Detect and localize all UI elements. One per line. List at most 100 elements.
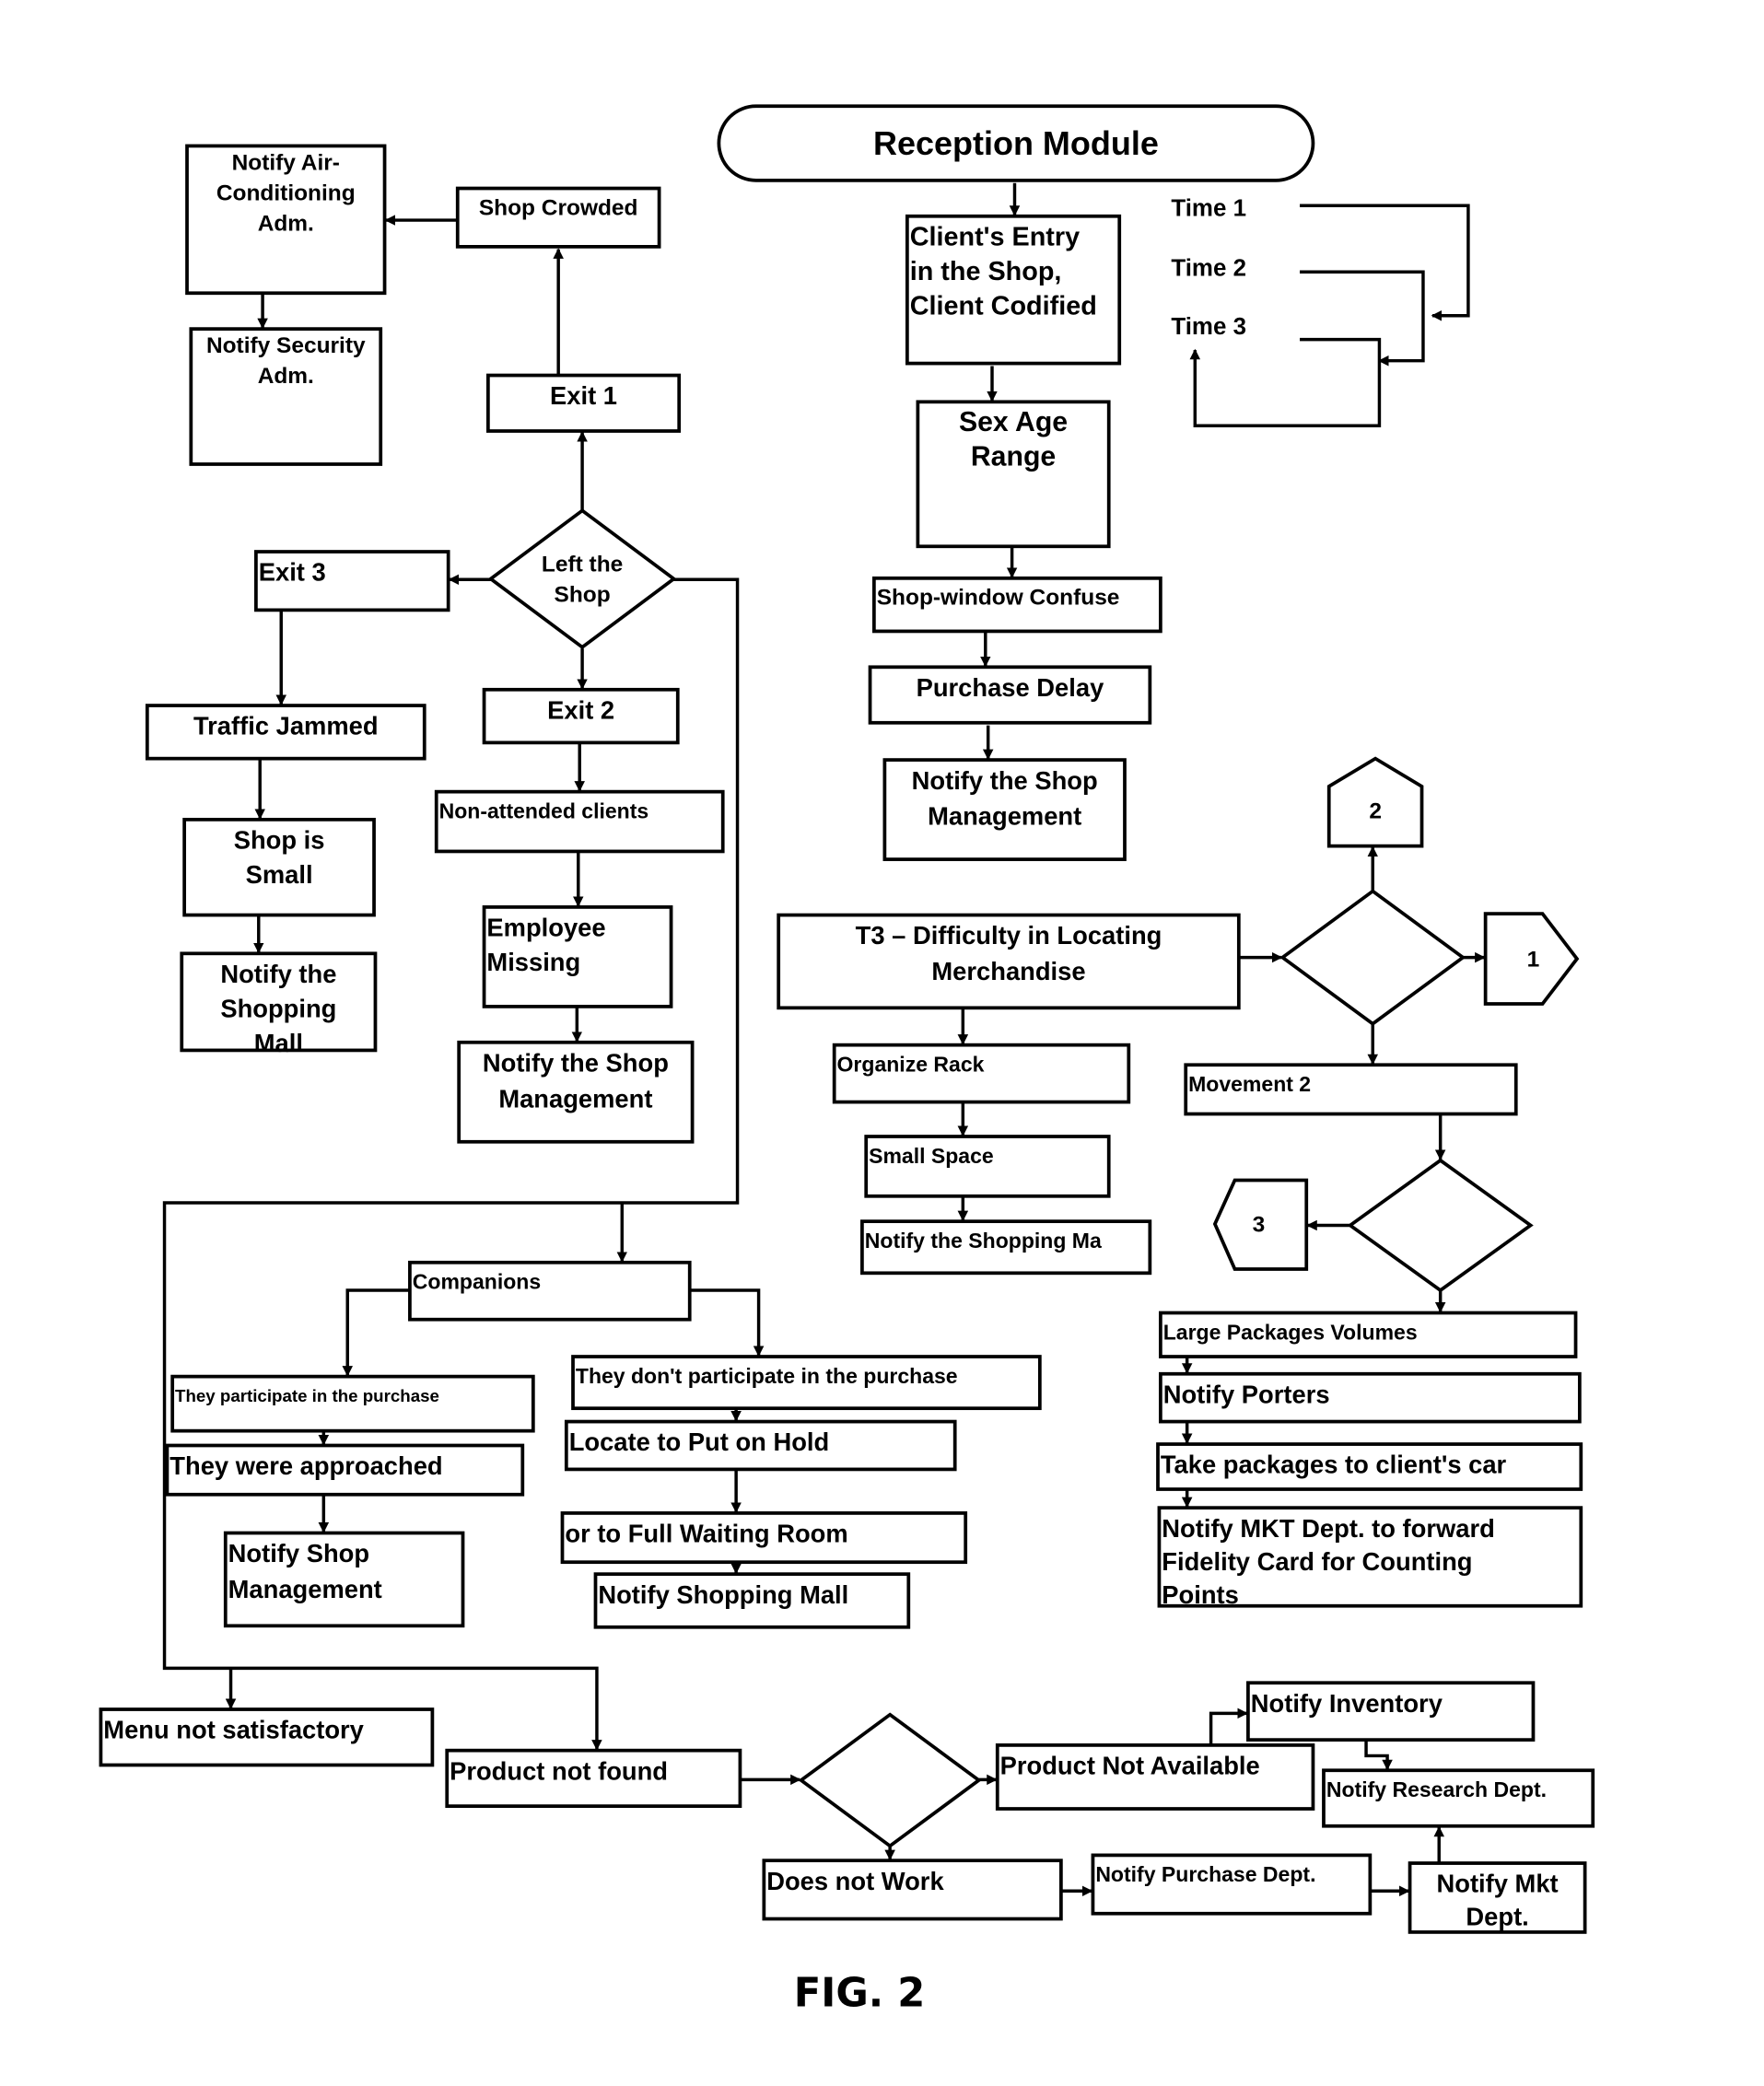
node-label: Movement 2 — [1188, 1072, 1311, 1096]
decision-movement — [1347, 1158, 1534, 1293]
label-time-3: Time 3 — [1171, 314, 1246, 340]
node-label: Non-attended clients — [439, 798, 649, 822]
decision-product — [798, 1712, 982, 1848]
flow-arrow — [689, 1288, 765, 1358]
node-label: They were approached — [169, 1451, 442, 1480]
node-label: Product Not Available — [1000, 1752, 1260, 1780]
node-label: Notify the — [220, 960, 336, 988]
connector-label: 2 — [1369, 798, 1382, 823]
off-page-connector-1: 1 — [1483, 912, 1580, 1006]
node-label: Reception Module — [873, 124, 1159, 162]
node-label: Notify Mkt — [1437, 1870, 1559, 1898]
node-label: Large Packages Volumes — [1163, 1320, 1418, 1344]
node-t3-difficulty: T3 – Difficulty in Locating Merchandise — [777, 913, 1241, 1010]
flow-arrow — [1189, 337, 1382, 427]
node-label: Locate to Put on Hold — [569, 1428, 830, 1456]
connector-label: 3 — [1253, 1213, 1266, 1238]
node-label: Notify MKT Dept. to forward — [1162, 1514, 1495, 1543]
node-label: They participate in the purchase — [175, 1386, 439, 1405]
node-notify-research-dept: Notify Research Dept. — [1322, 1768, 1595, 1828]
node-or-full-waiting-room: or to Full Waiting Room — [560, 1511, 968, 1565]
node-label: Points — [1162, 1580, 1239, 1609]
node-label: Fidelity Card for Counting — [1162, 1547, 1472, 1576]
node-label: Sex Age — [959, 407, 1068, 437]
node-movement-2: Movement 2 — [1184, 1063, 1518, 1116]
node-shop-window-confuse: Shop-window Confuse — [871, 576, 1162, 634]
node-large-packages: Large Packages Volumes — [1158, 1311, 1578, 1358]
node-label: Purchase Delay — [917, 673, 1104, 702]
node-label: Notify Research Dept. — [1326, 1777, 1547, 1801]
node-label: Companions — [413, 1270, 541, 1294]
node-label: Product not found — [450, 1756, 668, 1785]
node-organize-rack: Organize Rack — [832, 1043, 1131, 1104]
node-label: Notify Porters — [1163, 1380, 1330, 1408]
node-exit-3: Exit 3 — [254, 550, 450, 612]
flowchart-figure: Reception Module Client's Entry in the Sho… — [99, 104, 1595, 2017]
node-label: Notify Shop — [228, 1539, 369, 1567]
node-notify-shopping-mall-1: Notify the Shopping Mall — [180, 951, 378, 1057]
node-label: Missing — [486, 948, 580, 976]
node-label: Notify Inventory — [1251, 1689, 1443, 1718]
node-label: Adm. — [258, 364, 314, 389]
node-label: Organize Rack — [837, 1052, 985, 1076]
node-label: Notify the Shop — [483, 1048, 669, 1077]
node-label: Conditioning — [216, 181, 356, 205]
node-notify-shop-management-1: Notify the Shop Management — [882, 758, 1127, 861]
node-notify-shop-management-2: Notify the Shop Management — [457, 1040, 695, 1144]
node-label: Dept. — [1466, 1903, 1528, 1931]
node-label: in the Shop, — [910, 257, 1062, 286]
node-label: Notify the Shopping Ma — [865, 1229, 1102, 1253]
node-label: Exit 3 — [259, 558, 326, 587]
node-label: Management — [228, 1575, 382, 1603]
node-label: Range — [971, 441, 1056, 472]
connector-label: 1 — [1527, 948, 1540, 973]
node-notify-mkt-dept: Notify Mkt Dept. — [1408, 1861, 1587, 1934]
node-left-the-shop: Left the Shop — [487, 508, 677, 650]
node-label: Exit 2 — [547, 695, 614, 724]
node-reception-module: Reception Module — [717, 104, 1315, 182]
node-shop-is-small: Shop is Small — [182, 818, 376, 917]
node-shop-crowded: Shop Crowded — [455, 186, 661, 249]
node-label: T3 – Difficulty in Locating — [856, 921, 1162, 950]
node-notify-porters: Notify Porters — [1158, 1371, 1582, 1424]
node-they-were-approached: They were approached — [165, 1443, 525, 1497]
node-notify-shopping-mall-2: Notify the Shopping Ma — [860, 1219, 1152, 1276]
node-label: Notify Air- — [232, 150, 340, 175]
node-non-attended-clients: Non-attended clients — [434, 789, 725, 854]
node-label: Does not Work — [766, 1867, 944, 1895]
node-label: Notify Shopping Mall — [598, 1580, 848, 1609]
node-clients-entry: Client's Entry in the Shop, Client Codifie… — [905, 214, 1122, 366]
node-label: Notify Purchase Dept. — [1095, 1862, 1315, 1886]
node-notify-purchase-dept: Notify Purchase Dept. — [1091, 1853, 1373, 1916]
label-time-2: Time 2 — [1171, 256, 1246, 282]
node-exit-2: Exit 2 — [482, 687, 680, 745]
node-take-packages: Take packages to client's car — [1156, 1442, 1583, 1491]
flow-arrow — [342, 1288, 410, 1377]
node-label: Exit 1 — [550, 381, 617, 410]
node-notify-air-conditioning: Notify Air- Conditioning Adm. — [185, 144, 387, 296]
node-label: Take packages to client's car — [1161, 1451, 1507, 1479]
node-they-dont-participate: They don't participate in the purchase — [571, 1355, 1042, 1411]
node-label: Employee — [486, 914, 605, 942]
node-label: Adm. — [258, 212, 314, 237]
node-label: Shop — [555, 583, 611, 608]
flow-arrow — [1209, 1707, 1248, 1745]
node-label: Mall — [254, 1029, 303, 1057]
node-sex-age-range: Sex Age Range — [916, 400, 1111, 549]
node-label: Shopping — [220, 994, 336, 1022]
node-label: Management — [498, 1084, 652, 1113]
flow-arrow — [1300, 204, 1470, 321]
node-small-space: Small Space — [864, 1135, 1111, 1198]
node-label: Notify the Shop — [912, 766, 1098, 795]
node-notify-security: Notify Security Adm. — [189, 327, 383, 466]
node-product-not-found: Product not found — [445, 1748, 742, 1809]
node-label: or to Full Waiting Room — [565, 1520, 847, 1548]
node-notify-inventory: Notify Inventory — [1246, 1681, 1536, 1742]
figure-caption: FIG. 2 — [794, 1971, 926, 2017]
node-label: Notify Security — [206, 333, 366, 358]
label-time-1: Time 1 — [1171, 196, 1246, 222]
node-they-participate: They participate in the purchase — [170, 1374, 535, 1433]
node-label: They don't participate in the purchase — [576, 1364, 958, 1388]
flow-arrow — [1300, 270, 1425, 367]
node-purchase-delay: Purchase Delay — [868, 665, 1152, 725]
